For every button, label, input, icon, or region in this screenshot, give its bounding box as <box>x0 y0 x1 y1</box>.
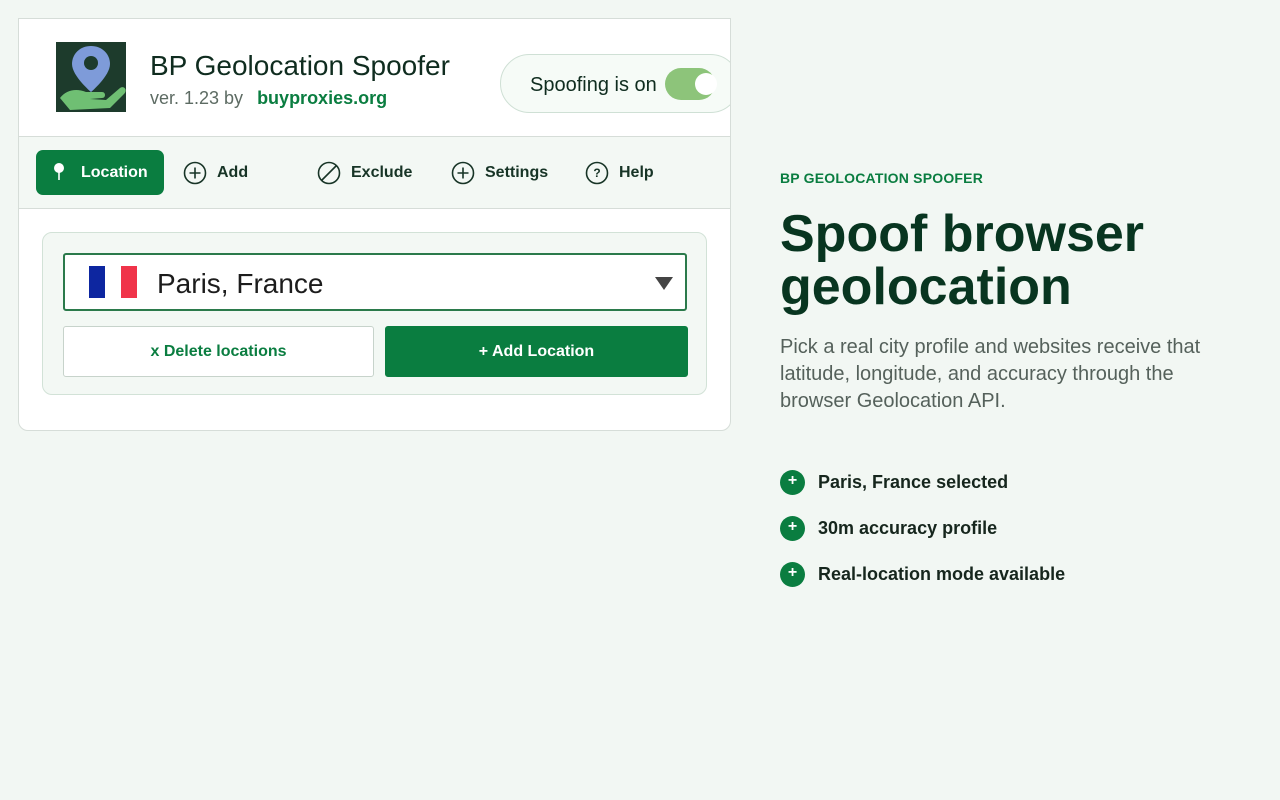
location-pin-icon <box>50 161 70 185</box>
plus-icon: + <box>780 470 805 495</box>
tab-label: Exclude <box>351 163 413 181</box>
question-circle-icon: ? <box>585 161 609 185</box>
extension-popup: BP Geolocation Spoofer ver. 1.23 by buypr… <box>18 18 731 431</box>
feature-text: Paris, France selected <box>818 472 1009 492</box>
location-select[interactable]: Paris, France <box>63 253 687 311</box>
feature-item: + 30m accuracy profile <box>780 516 1065 562</box>
feature-list: + Paris, France selected + 30m accuracy … <box>780 470 1065 608</box>
feature-text: Real-location mode available <box>818 564 1066 584</box>
tab-label: Add <box>217 163 249 181</box>
location-pin-hand-icon <box>56 42 126 112</box>
spoofing-status-pill: Spoofing is on <box>500 54 730 113</box>
tab-add[interactable]: Add <box>183 150 248 195</box>
tab-exclude[interactable]: Exclude <box>317 150 412 195</box>
feature-text: 30m accuracy profile <box>818 518 998 538</box>
plus-circle-icon <box>451 161 475 185</box>
svg-text:?: ? <box>593 166 600 180</box>
feature-item: + Paris, France selected <box>780 470 1065 516</box>
vendor-link[interactable]: buyproxies.org <box>257 88 387 108</box>
spoofing-status-label: Spoofing is on <box>530 74 657 96</box>
selected-location: Paris, France <box>157 268 324 299</box>
plus-circle-icon <box>183 161 207 185</box>
spoofing-toggle[interactable] <box>665 68 717 100</box>
location-card: Paris, France x Delete locations + Add L… <box>42 232 707 395</box>
hero-lead: Pick a real city profile and websites re… <box>780 336 1201 412</box>
app-title: BP Geolocation Spoofer <box>150 50 450 81</box>
plus-icon: + <box>780 562 805 587</box>
tab-location[interactable]: Location <box>36 150 164 195</box>
tab-label: Settings <box>485 163 549 181</box>
caret-down-icon <box>655 277 673 290</box>
delete-locations-button[interactable]: x Delete locations <box>63 326 374 377</box>
hero-headline: Spoof browser geolocation <box>780 205 1145 316</box>
france-flag-icon <box>89 266 137 298</box>
popup-header: BP Geolocation Spoofer ver. 1.23 by buypr… <box>19 19 730 137</box>
tab-help[interactable]: ? Help <box>585 150 654 195</box>
hero-eyebrow: BP GEOLOCATION SPOOFER <box>780 170 984 186</box>
tab-label: Location <box>81 163 148 181</box>
plus-icon: + <box>780 516 805 541</box>
tab-bar: Location Add Exclude Settings ? Help <box>19 137 730 209</box>
prohibit-icon <box>317 161 341 185</box>
tab-label: Help <box>619 163 654 181</box>
app-version: ver. 1.23 by buyproxies.org <box>150 88 387 109</box>
add-location-button[interactable]: + Add Location <box>385 326 688 377</box>
feature-item: + Real-location mode available <box>780 562 1065 608</box>
toggle-knob <box>695 73 717 95</box>
version-text: ver. 1.23 by <box>150 88 244 108</box>
tab-settings[interactable]: Settings <box>451 150 548 195</box>
